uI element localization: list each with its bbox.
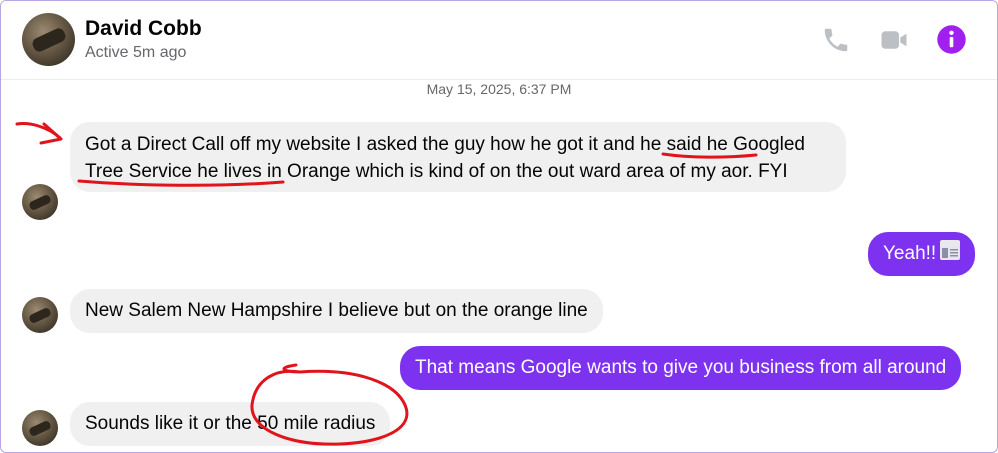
newspaper-icon [940,240,961,260]
message-bubble-outgoing[interactable]: That means Google wants to give you busi… [400,346,962,390]
message-bubble-incoming[interactable]: Sounds like it or the 50 mile radius [70,402,391,446]
message-text: Yeah!! [883,243,937,264]
info-icon[interactable] [936,24,967,55]
sender-avatar[interactable] [22,184,58,220]
chat-window: David Cobb Active 5m ago May 15, 2025, 6… [0,0,998,453]
message-bubble-outgoing[interactable]: Yeah!! [868,232,976,276]
sender-avatar[interactable] [22,297,58,333]
message-bubble-incoming[interactable]: New Salem New Hampshire I believe but on… [70,289,603,333]
phone-icon[interactable] [821,25,851,55]
date-divider: May 15, 2025, 6:37 PM [426,81,572,97]
contact-status: Active 5m ago [85,44,187,61]
sender-avatar[interactable] [22,410,58,446]
contact-avatar[interactable] [22,13,75,66]
video-camera-icon[interactable] [879,25,909,55]
message-bubble-incoming[interactable]: Got a Direct Call off my website I asked… [70,122,846,192]
chat-header: David Cobb Active 5m ago [1,1,997,80]
contact-name[interactable]: David Cobb [85,17,202,41]
